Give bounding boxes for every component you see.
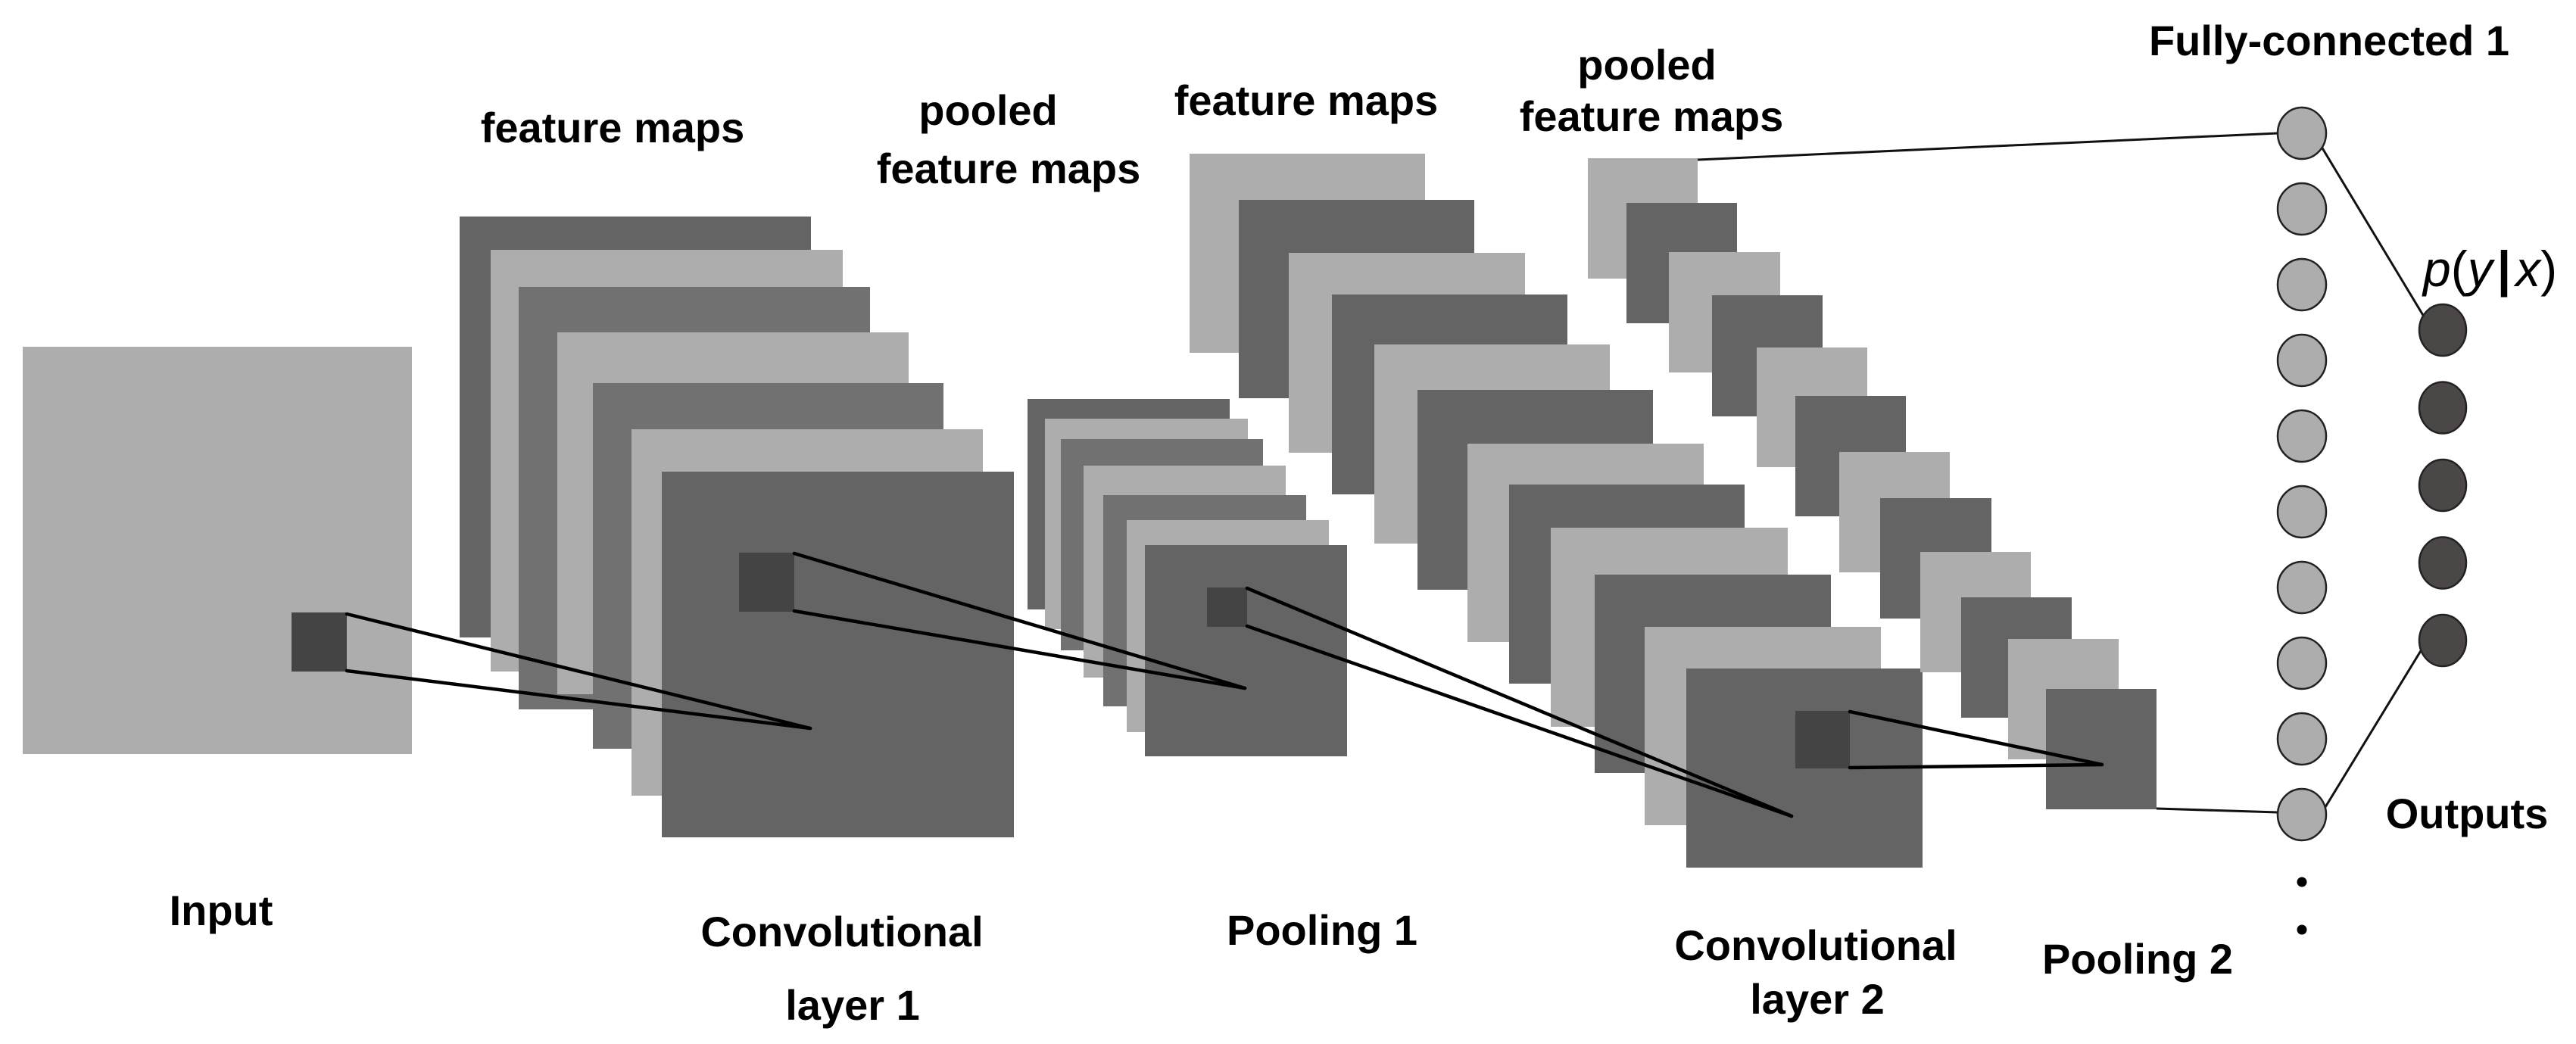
input-layer bbox=[23, 347, 412, 754]
conv2-label-line1: Convolutional bbox=[1674, 921, 1957, 969]
pool2-caption-line2: feature maps bbox=[1520, 92, 1784, 140]
output-node bbox=[2418, 381, 2468, 435]
conv1-label-line1: Convolutional bbox=[700, 908, 983, 955]
fc1-node bbox=[2276, 333, 2328, 388]
fc1-node bbox=[2276, 636, 2328, 690]
output-node bbox=[2418, 536, 2468, 590]
conv2-label-line2: layer 2 bbox=[1750, 975, 1885, 1023]
continuation-dot bbox=[2297, 877, 2307, 887]
pool1-receptive-field bbox=[1207, 587, 1247, 627]
pool2-feature-map bbox=[2046, 689, 2157, 809]
pool2-label: Pooling 2 bbox=[2042, 935, 2233, 983]
output-node bbox=[2418, 458, 2468, 513]
fc1-node bbox=[2276, 182, 2328, 236]
pool1-caption-line2: feature maps bbox=[877, 145, 1141, 192]
pool1-caption-line1: pooled bbox=[918, 86, 1058, 134]
input-label: Input bbox=[170, 887, 273, 934]
fc1-node bbox=[2276, 257, 2328, 312]
cnn-diagram: feature maps pooled feature maps feature… bbox=[0, 0, 2576, 1044]
fc1-label: Fully-connected 1 bbox=[2149, 17, 2509, 64]
prob-open-paren: ( bbox=[2451, 241, 2468, 297]
outputs-label: Outputs bbox=[2386, 790, 2549, 837]
input-image bbox=[23, 347, 412, 754]
conv2-receptive-field bbox=[1795, 711, 1850, 768]
conv2-caption: feature maps bbox=[1174, 76, 1439, 124]
output-node bbox=[2418, 303, 2468, 357]
prob-close-paren: ) bbox=[2540, 241, 2557, 297]
continuation-dot bbox=[2297, 924, 2307, 935]
prob-y: y bbox=[2465, 241, 2496, 297]
fc1-node bbox=[2276, 409, 2328, 463]
fc1-node bbox=[2276, 787, 2328, 842]
conv1-label-line2: layer 1 bbox=[785, 981, 920, 1029]
pool1-label: Pooling 1 bbox=[1227, 906, 1417, 954]
prob-given-bar: | bbox=[2497, 241, 2511, 298]
fc1-node bbox=[2276, 712, 2328, 766]
conv1-receptive-field bbox=[739, 553, 794, 612]
conv1-feature-map bbox=[662, 472, 1014, 837]
fc1-node bbox=[2276, 485, 2328, 539]
output-probability-label: p(y|x) bbox=[2422, 241, 2557, 298]
conv1-caption: feature maps bbox=[481, 104, 745, 151]
fc1-node bbox=[2276, 106, 2328, 160]
prob-p: p bbox=[2422, 241, 2451, 297]
fc1-node bbox=[2276, 560, 2328, 615]
pool2-caption-line1: pooled bbox=[1577, 41, 1717, 89]
output-node bbox=[2418, 613, 2468, 668]
input-receptive-field bbox=[292, 612, 347, 672]
prob-x: x bbox=[2513, 241, 2542, 297]
